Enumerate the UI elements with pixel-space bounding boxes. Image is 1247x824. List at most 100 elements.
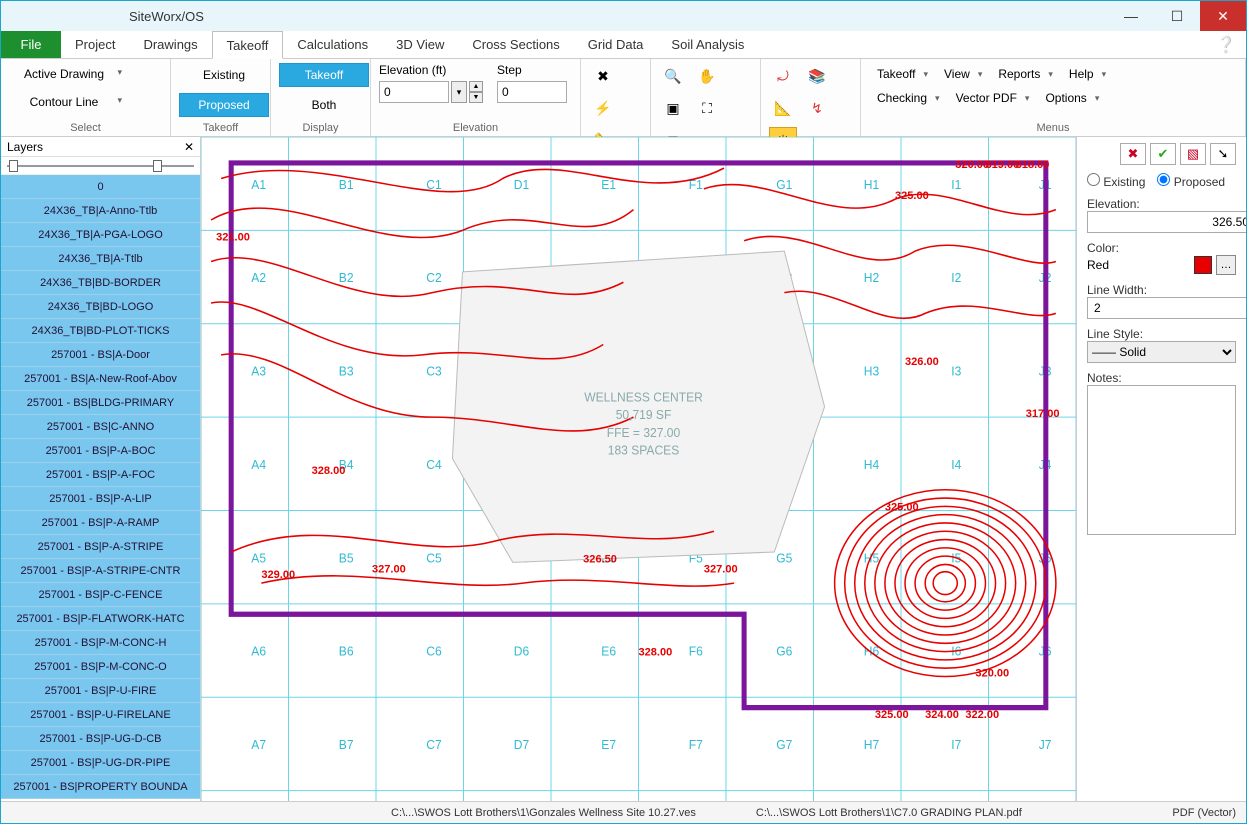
svg-text:D6: D6 bbox=[514, 645, 530, 659]
proposed-button[interactable]: Proposed bbox=[179, 93, 269, 117]
layer-item[interactable]: 257001 - BS|P-U-FIRELANE bbox=[1, 703, 200, 727]
ok-icon-button[interactable]: ✔ bbox=[1150, 143, 1176, 165]
menu-help[interactable]: Help bbox=[1061, 65, 1114, 83]
bolt-icon[interactable]: ⚡ bbox=[589, 95, 617, 121]
vector-tool-c-icon[interactable]: ↯ bbox=[803, 95, 831, 121]
layer-item[interactable]: 257001 - BS|P-A-STRIPE-CNTR bbox=[1, 559, 200, 583]
menu-takeoff[interactable]: Takeoff bbox=[869, 65, 936, 83]
svg-text:317.00: 317.00 bbox=[1026, 408, 1060, 420]
elevation-field[interactable] bbox=[1087, 211, 1246, 233]
step-input[interactable] bbox=[497, 81, 567, 103]
layer-item[interactable]: 0 bbox=[1, 175, 200, 199]
cancel-icon-button[interactable]: ✖ bbox=[1120, 143, 1146, 165]
color-name: Red bbox=[1087, 258, 1190, 272]
tab-takeoff[interactable]: Takeoff bbox=[212, 31, 284, 59]
layer-item[interactable]: 257001 - BS|P-M-CONC-O bbox=[1, 655, 200, 679]
zoom-area-icon[interactable]: ▣ bbox=[659, 95, 687, 121]
display-takeoff-button[interactable]: Takeoff bbox=[279, 63, 369, 87]
svg-text:318.00: 318.00 bbox=[1016, 159, 1050, 171]
maximize-button[interactable]: ☐ bbox=[1154, 1, 1200, 31]
svg-text:G1: G1 bbox=[776, 178, 792, 192]
layer-item[interactable]: 257001 - BS|P-UG-DR-PIPE bbox=[1, 751, 200, 775]
group-label-display: Display bbox=[279, 120, 362, 134]
close-button[interactable]: ✕ bbox=[1200, 1, 1246, 31]
tab-calculations[interactable]: Calculations bbox=[283, 31, 382, 58]
svg-text:C7: C7 bbox=[426, 738, 442, 752]
layer-item[interactable]: 257001 - BS|P-UG-D-CB bbox=[1, 727, 200, 751]
active-drawing-dropdown[interactable]: Active Drawing bbox=[9, 63, 129, 85]
layer-item[interactable]: 24X36_TB|BD-BORDER bbox=[1, 271, 200, 295]
color-picker-button[interactable]: … bbox=[1216, 255, 1236, 275]
layer-item[interactable]: 24X36_TB|A-PGA-LOGO bbox=[1, 223, 200, 247]
layer-item[interactable]: 257001 - BS|P-FLATWORK-HATC bbox=[1, 607, 200, 631]
pan-icon[interactable]: ✋ bbox=[693, 63, 721, 89]
tab-soil-analysis[interactable]: Soil Analysis bbox=[657, 31, 758, 58]
vector-layers-icon[interactable]: 📚 bbox=[803, 63, 831, 89]
layer-item[interactable]: 257001 - BS|A-Door bbox=[1, 343, 200, 367]
layer-item[interactable]: 257001 - BS|P-C-FENCE bbox=[1, 583, 200, 607]
existing-button[interactable]: Existing bbox=[179, 63, 269, 87]
layer-item[interactable]: 257001 - BS|PROPERTY BOUNDA bbox=[1, 775, 200, 799]
layer-item[interactable]: 257001 - BS|P-A-BOC bbox=[1, 439, 200, 463]
help-icon[interactable]: ❔ bbox=[1216, 31, 1236, 58]
menu-vector-pdf[interactable]: Vector PDF bbox=[948, 89, 1038, 107]
svg-text:I1: I1 bbox=[951, 178, 961, 192]
tab-grid-data[interactable]: Grid Data bbox=[574, 31, 658, 58]
layers-close-icon[interactable]: ✕ bbox=[184, 140, 194, 154]
linestyle-field-label: Line Style: bbox=[1087, 327, 1236, 341]
layer-item[interactable]: 24X36_TB|A-Ttlb bbox=[1, 247, 200, 271]
curve-tool-icon[interactable]: ➘ bbox=[1210, 143, 1236, 165]
layer-item[interactable]: 257001 - BS|BLDG-PRIMARY bbox=[1, 391, 200, 415]
notes-textarea[interactable] bbox=[1087, 385, 1236, 535]
layer-item[interactable]: 257001 - BS|P-U-FIRE bbox=[1, 679, 200, 703]
elevation-input[interactable] bbox=[379, 81, 449, 103]
tab-cross-sections[interactable]: Cross Sections bbox=[458, 31, 573, 58]
layers-opacity-slider[interactable] bbox=[1, 157, 200, 175]
layer-item[interactable]: 24X36_TB|A-Anno-Ttlb bbox=[1, 199, 200, 223]
menu-checking[interactable]: Checking bbox=[869, 89, 948, 107]
svg-text:324.00: 324.00 bbox=[925, 709, 959, 721]
layer-item[interactable]: 257001 - BS|P-A-RAMP bbox=[1, 511, 200, 535]
svg-text:D1: D1 bbox=[514, 178, 530, 192]
zoom-in-icon[interactable]: 🔍 bbox=[659, 63, 687, 89]
proposed-radio[interactable]: Proposed bbox=[1157, 173, 1225, 189]
linestyle-select[interactable]: —— Solid bbox=[1087, 341, 1236, 363]
notes-label: Notes: bbox=[1087, 371, 1236, 385]
menu-view[interactable]: View bbox=[936, 65, 990, 83]
svg-text:B1: B1 bbox=[339, 178, 354, 192]
cancel-action-icon[interactable]: ✖ bbox=[589, 63, 617, 89]
svg-text:A1: A1 bbox=[251, 178, 266, 192]
svg-text:FFE = 327.00: FFE = 327.00 bbox=[607, 426, 681, 440]
elevation-spin-down[interactable]: ▼ bbox=[469, 92, 483, 103]
minimize-button[interactable]: — bbox=[1108, 1, 1154, 31]
tab-drawings[interactable]: Drawings bbox=[129, 31, 211, 58]
file-tab[interactable]: File bbox=[1, 31, 61, 58]
boundary-toggle-icon[interactable]: ▧ bbox=[1180, 143, 1206, 165]
svg-text:F6: F6 bbox=[689, 645, 703, 659]
zoom-extents-icon[interactable]: ⛶ bbox=[693, 95, 721, 121]
drawing-canvas[interactable]: A1A2A3A4A5A6A7B1B2B3B4B5B6B7C1C2C3C4C5C6… bbox=[201, 137, 1076, 801]
layer-item[interactable]: 24X36_TB|BD-PLOT-TICKS bbox=[1, 319, 200, 343]
elevation-combo-arrow[interactable]: ▾ bbox=[451, 81, 467, 103]
linewidth-field[interactable] bbox=[1087, 297, 1246, 319]
layer-item[interactable]: 257001 - BS|P-A-STRIPE bbox=[1, 535, 200, 559]
window-title: SiteWorx/OS bbox=[129, 9, 204, 24]
menu-reports[interactable]: Reports bbox=[990, 65, 1061, 83]
vector-tool-b-icon[interactable]: 📐 bbox=[769, 95, 797, 121]
tab-3d-view[interactable]: 3D View bbox=[382, 31, 458, 58]
layer-item[interactable]: 257001 - BS|A-New-Roof-Abov bbox=[1, 367, 200, 391]
layer-item[interactable]: 257001 - BS|C-ANNO bbox=[1, 415, 200, 439]
layer-item[interactable]: 257001 - BS|P-A-FOC bbox=[1, 463, 200, 487]
existing-radio[interactable]: Existing bbox=[1087, 173, 1145, 189]
svg-text:325.00: 325.00 bbox=[895, 190, 929, 202]
layer-item[interactable]: 257001 - BS|P-M-CONC-H bbox=[1, 631, 200, 655]
svg-text:329.00: 329.00 bbox=[261, 569, 295, 581]
tab-project[interactable]: Project bbox=[61, 31, 129, 58]
layer-item[interactable]: 24X36_TB|BD-LOGO bbox=[1, 295, 200, 319]
display-both-button[interactable]: Both bbox=[279, 93, 369, 117]
elevation-spin-up[interactable]: ▲ bbox=[469, 81, 483, 92]
vector-tool-a-icon[interactable]: ⤾ bbox=[769, 63, 797, 89]
contour-line-dropdown[interactable]: Contour Line bbox=[9, 91, 129, 113]
menu-options[interactable]: Options bbox=[1037, 89, 1107, 107]
layer-item[interactable]: 257001 - BS|P-A-LIP bbox=[1, 487, 200, 511]
